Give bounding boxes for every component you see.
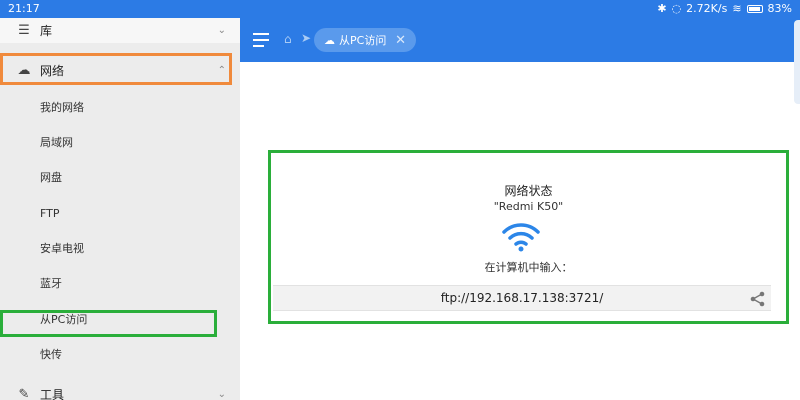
- net-speed: 2.72K/s: [686, 2, 728, 15]
- chevron-down-icon: ⌄: [217, 24, 226, 36]
- device-name: "Redmi K50": [493, 200, 564, 213]
- bluetooth-icon: ✱: [657, 2, 667, 15]
- menu-icon[interactable]: [253, 33, 269, 47]
- close-icon[interactable]: ✕: [395, 33, 406, 48]
- wifi-icon: [502, 223, 540, 252]
- wifi-icon: ≋: [732, 2, 742, 15]
- app-bar: ⌂ ➤ ☁ 从PC访问 ✕: [240, 18, 800, 62]
- battery-level: 83%: [767, 2, 792, 15]
- input-prompt: 在计算机中输入：: [484, 261, 573, 274]
- sidebar-item-ftp[interactable]: FTP: [0, 197, 240, 231]
- highlight-access-from-pc: [0, 310, 217, 337]
- router-icon: ☁: [324, 33, 335, 47]
- network-status-card: 网络状态 "Redmi K50" 在计算机中输入： ftp://192.168.…: [268, 150, 789, 324]
- sidebar-item-cloud-drive[interactable]: 网盘: [0, 161, 240, 195]
- ftp-url[interactable]: ftp://192.168.17.138:3721/: [273, 291, 771, 305]
- edge-panel: [794, 20, 800, 104]
- sidebar-item-tools[interactable]: ✎ 工具 ⌄: [0, 377, 240, 400]
- layers-icon: ☰: [18, 22, 30, 38]
- sidebar-item-lan[interactable]: 局域网: [0, 126, 240, 160]
- card-title: 网络状态: [504, 184, 553, 198]
- home-icon[interactable]: ⌂: [284, 32, 292, 46]
- wrench-icon: ✎: [18, 386, 30, 400]
- sidebar-item-my-network[interactable]: 我的网络: [0, 91, 240, 125]
- send-icon[interactable]: ➤: [301, 31, 311, 45]
- ftp-url-bar[interactable]: ftp://192.168.17.138:3721/: [273, 285, 771, 311]
- sidebar-item-quick-send[interactable]: 快传: [0, 338, 240, 372]
- mute-icon: ◌: [671, 2, 682, 15]
- highlight-network: [0, 53, 232, 85]
- tab-label: 从PC访问: [339, 34, 387, 47]
- sidebar-item-android-tv[interactable]: 安卓电视: [0, 232, 240, 266]
- battery-icon: [746, 4, 763, 13]
- sidebar-item-label: 库: [40, 23, 53, 38]
- chevron-down-icon: ⌄: [217, 388, 226, 400]
- tab-access-from-pc[interactable]: ☁ 从PC访问 ✕: [314, 28, 416, 52]
- sidebar-item-bluetooth[interactable]: 蓝牙: [0, 267, 240, 301]
- sidebar-item-library[interactable]: ☰ 库 ⌄: [0, 13, 240, 47]
- status-icons: ✱ ◌ 2.72K/s ≋ 83%: [657, 2, 792, 15]
- share-icon[interactable]: [749, 290, 767, 308]
- sidebar-item-label: 工具: [40, 387, 65, 400]
